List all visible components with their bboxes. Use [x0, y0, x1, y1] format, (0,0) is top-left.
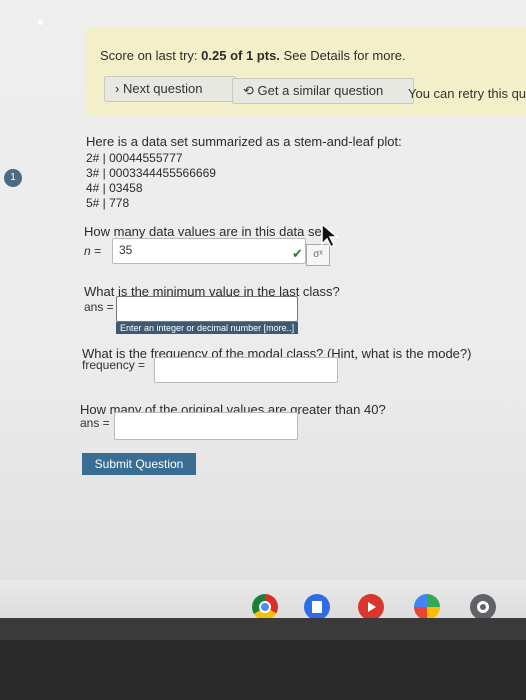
score-prefix: Score on last try: — [100, 48, 202, 63]
retry-text: You can retry this qu — [408, 86, 526, 101]
question-2-label: ans = — [84, 300, 114, 314]
question-1-text: How many data values are in this data se — [84, 224, 322, 239]
status-dot — [38, 20, 43, 25]
docs-icon[interactable] — [304, 594, 330, 620]
n-input[interactable]: 35 — [112, 238, 306, 264]
mouse-cursor-icon — [321, 222, 340, 248]
laptop-hinge — [0, 640, 526, 700]
frequency-input[interactable] — [154, 357, 338, 383]
stem-leaf-row: 5# | 778 — [86, 196, 130, 210]
question-number-badge[interactable]: 1 — [4, 169, 22, 187]
chevron-right-icon: › — [115, 81, 120, 96]
refresh-icon: ⟲ — [243, 83, 254, 98]
score-value: 0.25 of 1 pts. — [201, 48, 280, 63]
question-1-label: n = — [84, 244, 102, 258]
intro-text: Here is a data set summarized as a stem-… — [86, 134, 402, 149]
checkmark-icon: ✔ — [292, 246, 303, 261]
stem-leaf-row: 4# | 03458 — [86, 181, 143, 195]
score-suffix: See Details for more. — [279, 48, 406, 63]
question-page: Score on last try: 0.25 of 1 pts. See De… — [0, 0, 526, 580]
submit-question-button[interactable]: Submit Question — [82, 453, 196, 475]
chrome-icon[interactable] — [252, 594, 278, 620]
greater-than-40-input[interactable] — [114, 412, 298, 440]
question-4-label: ans = — [80, 416, 110, 430]
question-3-label: frequency = — [82, 358, 146, 372]
next-question-label: Next question — [122, 81, 203, 96]
play-store-icon[interactable] — [414, 594, 440, 620]
input-hint-tooltip: Enter an integer or decimal number [more… — [116, 322, 299, 334]
stem-leaf-row: 3# | 0003344455566669 — [86, 166, 216, 180]
stem-leaf-row: 2# | 00044555777 — [86, 151, 183, 165]
similar-question-button[interactable]: ⟲ Get a similar question — [232, 78, 414, 104]
similar-question-label: Get a similar question — [257, 83, 384, 98]
youtube-icon[interactable] — [358, 594, 384, 620]
score-text: Score on last try: 0.25 of 1 pts. See De… — [100, 48, 406, 63]
minimum-value-input[interactable] — [116, 296, 298, 322]
settings-icon[interactable] — [470, 594, 496, 620]
next-question-button[interactable]: › Next question — [104, 76, 236, 102]
